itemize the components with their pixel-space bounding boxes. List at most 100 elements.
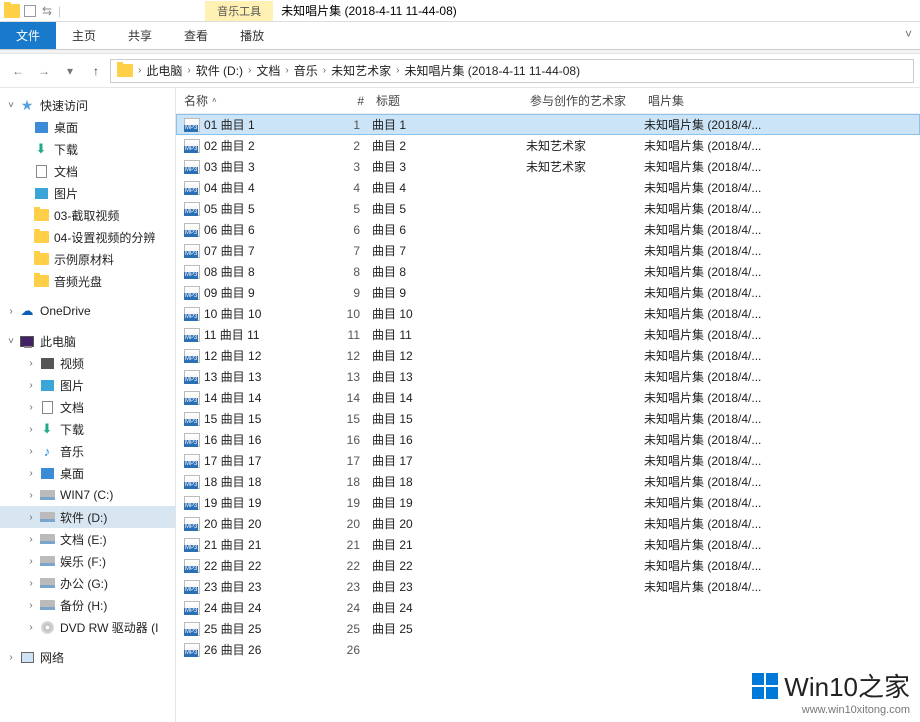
tab-view[interactable]: 查看 xyxy=(168,22,224,49)
track-num: 21 xyxy=(328,538,372,552)
file-row[interactable]: 10 曲目 1010曲目 10未知唱片集 (2018/4/... xyxy=(176,303,920,324)
sidebar-drive-d[interactable]: ›软件 (D:) xyxy=(0,506,175,528)
track-num: 20 xyxy=(328,517,372,531)
track-album: 未知唱片集 (2018/4/... xyxy=(644,116,920,133)
tab-share[interactable]: 共享 xyxy=(112,22,168,49)
file-row[interactable]: 12 曲目 1212曲目 12未知唱片集 (2018/4/... xyxy=(176,345,920,366)
file-name: 22 曲目 22 xyxy=(204,557,261,574)
file-row[interactable]: 04 曲目 44曲目 4未知唱片集 (2018/4/... xyxy=(176,177,920,198)
file-row[interactable]: 23 曲目 2323曲目 23未知唱片集 (2018/4/... xyxy=(176,576,920,597)
file-name: 10 曲目 10 xyxy=(204,305,261,322)
file-row[interactable]: 25 曲目 2525曲目 25 xyxy=(176,618,920,639)
file-name: 03 曲目 3 xyxy=(204,158,255,175)
sidebar-documents[interactable]: 文档 xyxy=(0,160,175,182)
file-list-pane: 名称˄ # 标题 参与创作的艺术家 唱片集 01 曲目 11曲目 1未知唱片集 … xyxy=(176,88,920,722)
sidebar-folder[interactable]: 03-截取视频 xyxy=(0,204,175,226)
sidebar-network[interactable]: ›网络 xyxy=(0,646,175,668)
sidebar-this-pc[interactable]: ˅此电脑 xyxy=(0,330,175,352)
file-row[interactable]: 07 曲目 77曲目 7未知唱片集 (2018/4/... xyxy=(176,240,920,261)
nav-back-button[interactable]: ← xyxy=(6,59,30,83)
sidebar-folder[interactable]: 04-设置视频的分辨 xyxy=(0,226,175,248)
file-row[interactable]: 01 曲目 11曲目 1未知唱片集 (2018/4/... xyxy=(176,114,920,135)
sidebar-drive-f[interactable]: ›娱乐 (F:) xyxy=(0,550,175,572)
sidebar-videos[interactable]: ›视频 xyxy=(0,352,175,374)
file-row[interactable]: 16 曲目 1616曲目 16未知唱片集 (2018/4/... xyxy=(176,429,920,450)
sidebar-music[interactable]: ›♪音乐 xyxy=(0,440,175,462)
breadcrumb-item[interactable]: 此电脑 xyxy=(142,62,186,79)
sidebar-dvd[interactable]: ›DVD RW 驱动器 (I xyxy=(0,616,175,638)
mp3-icon xyxy=(184,202,200,216)
file-row[interactable]: 19 曲目 1919曲目 19未知唱片集 (2018/4/... xyxy=(176,492,920,513)
track-album: 未知唱片集 (2018/4/... xyxy=(644,473,920,490)
tab-home[interactable]: 主页 xyxy=(56,22,112,49)
file-row[interactable]: 14 曲目 1414曲目 14未知唱片集 (2018/4/... xyxy=(176,387,920,408)
sidebar-drive-g[interactable]: ›办公 (G:) xyxy=(0,572,175,594)
label: 图片 xyxy=(60,377,84,394)
breadcrumb-item[interactable]: 未知艺术家 xyxy=(327,62,395,79)
file-row[interactable]: 06 曲目 66曲目 6未知唱片集 (2018/4/... xyxy=(176,219,920,240)
header-tracknum[interactable]: # xyxy=(332,94,376,108)
sidebar-drive-c[interactable]: ›WIN7 (C:) xyxy=(0,484,175,506)
breadcrumb-item[interactable]: 软件 (D:) xyxy=(192,62,247,79)
breadcrumb-item[interactable]: 文档 xyxy=(252,62,284,79)
sidebar-downloads[interactable]: ⬇下载 xyxy=(0,138,175,160)
ribbon-expand-icon[interactable]: ˅ xyxy=(897,22,920,49)
tab-play[interactable]: 播放 xyxy=(224,22,280,49)
mp3-icon xyxy=(184,496,200,510)
file-row[interactable]: 26 曲目 2626 xyxy=(176,639,920,660)
address-bar[interactable]: › 此电脑 › 软件 (D:) › 文档 › 音乐 › 未知艺术家 › 未知唱片… xyxy=(110,59,914,83)
header-artist[interactable]: 参与创作的艺术家 xyxy=(530,92,648,109)
navigation-pane: ˅★快速访问 桌面 ⬇下载 文档 图片 03-截取视频 04-设置视频的分辨 示… xyxy=(0,88,176,722)
sidebar-quick-access[interactable]: ˅★快速访问 xyxy=(0,94,175,116)
sidebar-downloads[interactable]: ›⬇下载 xyxy=(0,418,175,440)
nav-forward-button[interactable]: → xyxy=(32,59,56,83)
file-row[interactable]: 18 曲目 1818曲目 18未知唱片集 (2018/4/... xyxy=(176,471,920,492)
nav-recent-button[interactable]: ▾ xyxy=(58,59,82,83)
breadcrumb-item[interactable]: 音乐 xyxy=(290,62,322,79)
label: 下载 xyxy=(60,421,84,438)
qat-button[interactable]: ⇆ xyxy=(40,4,54,18)
file-row[interactable]: 21 曲目 2121曲目 21未知唱片集 (2018/4/... xyxy=(176,534,920,555)
file-row[interactable]: 08 曲目 88曲目 8未知唱片集 (2018/4/... xyxy=(176,261,920,282)
file-row[interactable]: 15 曲目 1515曲目 15未知唱片集 (2018/4/... xyxy=(176,408,920,429)
file-row[interactable]: 05 曲目 55曲目 5未知唱片集 (2018/4/... xyxy=(176,198,920,219)
sidebar-pictures[interactable]: ›图片 xyxy=(0,374,175,396)
label: 软件 (D:) xyxy=(60,509,107,526)
file-row[interactable]: 20 曲目 2020曲目 20未知唱片集 (2018/4/... xyxy=(176,513,920,534)
track-num: 19 xyxy=(328,496,372,510)
sidebar-drive-e[interactable]: ›文档 (E:) xyxy=(0,528,175,550)
sidebar-onedrive[interactable]: ›☁OneDrive xyxy=(0,300,175,322)
file-tab[interactable]: 文件 xyxy=(0,22,56,49)
file-row[interactable]: 11 曲目 1111曲目 11未知唱片集 (2018/4/... xyxy=(176,324,920,345)
label: 04-设置视频的分辨 xyxy=(54,229,155,246)
sidebar-desktop[interactable]: ›桌面 xyxy=(0,462,175,484)
track-num: 26 xyxy=(328,643,372,657)
sidebar-documents[interactable]: ›文档 xyxy=(0,396,175,418)
track-num: 9 xyxy=(328,286,372,300)
sidebar-desktop[interactable]: 桌面 xyxy=(0,116,175,138)
header-title[interactable]: 标题 xyxy=(376,92,530,109)
file-row[interactable]: 24 曲目 2424曲目 24 xyxy=(176,597,920,618)
mp3-icon xyxy=(184,223,200,237)
sidebar-folder[interactable]: 音频光盘 xyxy=(0,270,175,292)
file-rows: 01 曲目 11曲目 1未知唱片集 (2018/4/...02 曲目 22曲目 … xyxy=(176,114,920,722)
file-row[interactable]: 17 曲目 1717曲目 17未知唱片集 (2018/4/... xyxy=(176,450,920,471)
file-name: 12 曲目 12 xyxy=(204,347,261,364)
qat-button[interactable] xyxy=(24,5,36,17)
file-row[interactable]: 03 曲目 33曲目 3未知艺术家未知唱片集 (2018/4/... xyxy=(176,156,920,177)
file-row[interactable]: 22 曲目 2222曲目 22未知唱片集 (2018/4/... xyxy=(176,555,920,576)
track-title: 曲目 7 xyxy=(372,242,526,259)
header-album[interactable]: 唱片集 xyxy=(648,92,920,109)
file-name: 09 曲目 9 xyxy=(204,284,255,301)
track-num: 4 xyxy=(328,181,372,195)
file-row[interactable]: 09 曲目 99曲目 9未知唱片集 (2018/4/... xyxy=(176,282,920,303)
file-row[interactable]: 13 曲目 1313曲目 13未知唱片集 (2018/4/... xyxy=(176,366,920,387)
header-name[interactable]: 名称˄ xyxy=(184,92,332,109)
sidebar-folder[interactable]: 示例原材料 xyxy=(0,248,175,270)
label: OneDrive xyxy=(40,304,91,318)
nav-up-button[interactable]: ↑ xyxy=(84,59,108,83)
sidebar-pictures[interactable]: 图片 xyxy=(0,182,175,204)
sidebar-drive-h[interactable]: ›备份 (H:) xyxy=(0,594,175,616)
file-row[interactable]: 02 曲目 22曲目 2未知艺术家未知唱片集 (2018/4/... xyxy=(176,135,920,156)
breadcrumb-item[interactable]: 未知唱片集 (2018-4-11 11-44-08) xyxy=(400,62,584,79)
